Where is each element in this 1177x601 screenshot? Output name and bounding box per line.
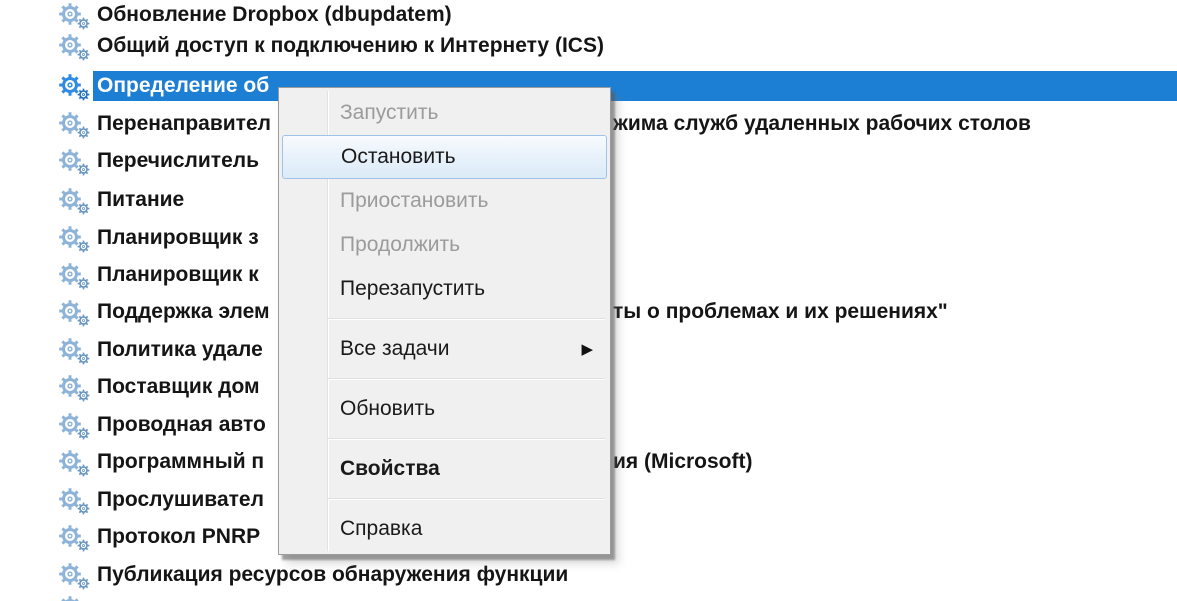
service-gear-icon bbox=[58, 1, 88, 29]
menu-item-help[interactable]: Справка bbox=[282, 507, 607, 551]
service-gear-icon bbox=[58, 147, 88, 175]
service-name: Определение об bbox=[93, 71, 1177, 101]
service-gear-icon bbox=[58, 72, 88, 100]
service-name: Планировщик з bbox=[93, 223, 265, 253]
menu-item-label: Справка bbox=[340, 517, 422, 541]
service-name: Обновление Dropbox (dbupdatem) bbox=[93, 0, 458, 30]
menu-separator bbox=[282, 311, 607, 327]
menu-item-label: Запустить bbox=[340, 101, 438, 125]
menu-separator bbox=[282, 371, 607, 387]
menu-item-properties[interactable]: Свойства bbox=[282, 447, 607, 491]
services-list-panel: Обновление Dropbox (dbupdatem) Общий дос… bbox=[0, 0, 1177, 601]
context-menu: Запустить Остановить Приостановить Продо… bbox=[278, 87, 611, 555]
menu-item-pause[interactable]: Приостановить bbox=[282, 179, 607, 223]
service-name: Планировщик к bbox=[93, 260, 265, 290]
service-gear-icon bbox=[58, 110, 88, 138]
service-gear-icon bbox=[58, 411, 88, 439]
service-name: Публикация ресурсов обнаружения функции bbox=[93, 560, 574, 590]
service-row[interactable]: Публикация ресурсов обнаружения функции bbox=[0, 560, 1177, 590]
service-name: Протокол PNRP bbox=[93, 522, 266, 552]
service-row[interactable] bbox=[0, 593, 1177, 601]
menu-item-label: Приостановить bbox=[340, 189, 488, 213]
service-name-continuation: ты о проблемах и их решениях" bbox=[613, 297, 948, 327]
service-name: Проводная авто bbox=[93, 410, 272, 440]
service-name: Поддержка элем bbox=[93, 297, 276, 327]
menu-item-start[interactable]: Запустить bbox=[282, 91, 607, 135]
menu-item-label: Свойства bbox=[340, 457, 440, 481]
service-gear-icon bbox=[58, 32, 88, 60]
service-gear-icon bbox=[58, 561, 88, 589]
menu-item-restart[interactable]: Перезапустить bbox=[282, 267, 607, 311]
service-name: Перенаправител bbox=[93, 109, 277, 139]
service-name: Поставщик дом bbox=[93, 372, 266, 402]
menu-item-label: Перезапустить bbox=[340, 277, 485, 301]
service-gear-icon bbox=[58, 224, 88, 252]
menu-separator bbox=[282, 431, 607, 447]
service-gear-icon bbox=[58, 373, 88, 401]
service-gear-icon bbox=[58, 336, 88, 364]
service-gear-icon bbox=[58, 261, 88, 289]
menu-item-stop[interactable]: Остановить bbox=[282, 135, 607, 179]
service-name: Общий доступ к подключению к Интернету (… bbox=[93, 31, 610, 61]
menu-item-label: Обновить bbox=[340, 397, 435, 421]
service-gear-icon bbox=[58, 448, 88, 476]
menu-item-label: Все задачи bbox=[340, 337, 449, 361]
service-name-continuation: жима служб удаленных рабочих столов bbox=[613, 109, 1031, 139]
submenu-arrow-icon: ▶ bbox=[581, 340, 593, 358]
service-name: Прослушивател bbox=[93, 485, 270, 515]
service-row[interactable]: Обновление Dropbox (dbupdatem) bbox=[0, 0, 1177, 30]
menu-item-label: Продолжить bbox=[340, 233, 460, 257]
service-name: Политика удале bbox=[93, 335, 269, 365]
service-gear-icon bbox=[58, 486, 88, 514]
service-name: Перечислитель bbox=[93, 146, 265, 176]
service-name: Программный п bbox=[93, 447, 270, 477]
menu-separator bbox=[282, 491, 607, 507]
menu-item-refresh[interactable]: Обновить bbox=[282, 387, 607, 431]
service-name-continuation: ия (Microsoft) bbox=[613, 447, 752, 477]
service-name: Питание bbox=[93, 185, 190, 215]
service-row[interactable]: Общий доступ к подключению к Интернету (… bbox=[0, 31, 1177, 61]
menu-item-all-tasks[interactable]: Все задачи ▶ bbox=[282, 327, 607, 371]
service-gear-icon bbox=[58, 298, 88, 326]
service-gear-icon bbox=[58, 594, 88, 601]
menu-item-label: Остановить bbox=[341, 145, 456, 169]
service-gear-icon bbox=[58, 186, 88, 214]
menu-item-resume[interactable]: Продолжить bbox=[282, 223, 607, 267]
service-gear-icon bbox=[58, 523, 88, 551]
